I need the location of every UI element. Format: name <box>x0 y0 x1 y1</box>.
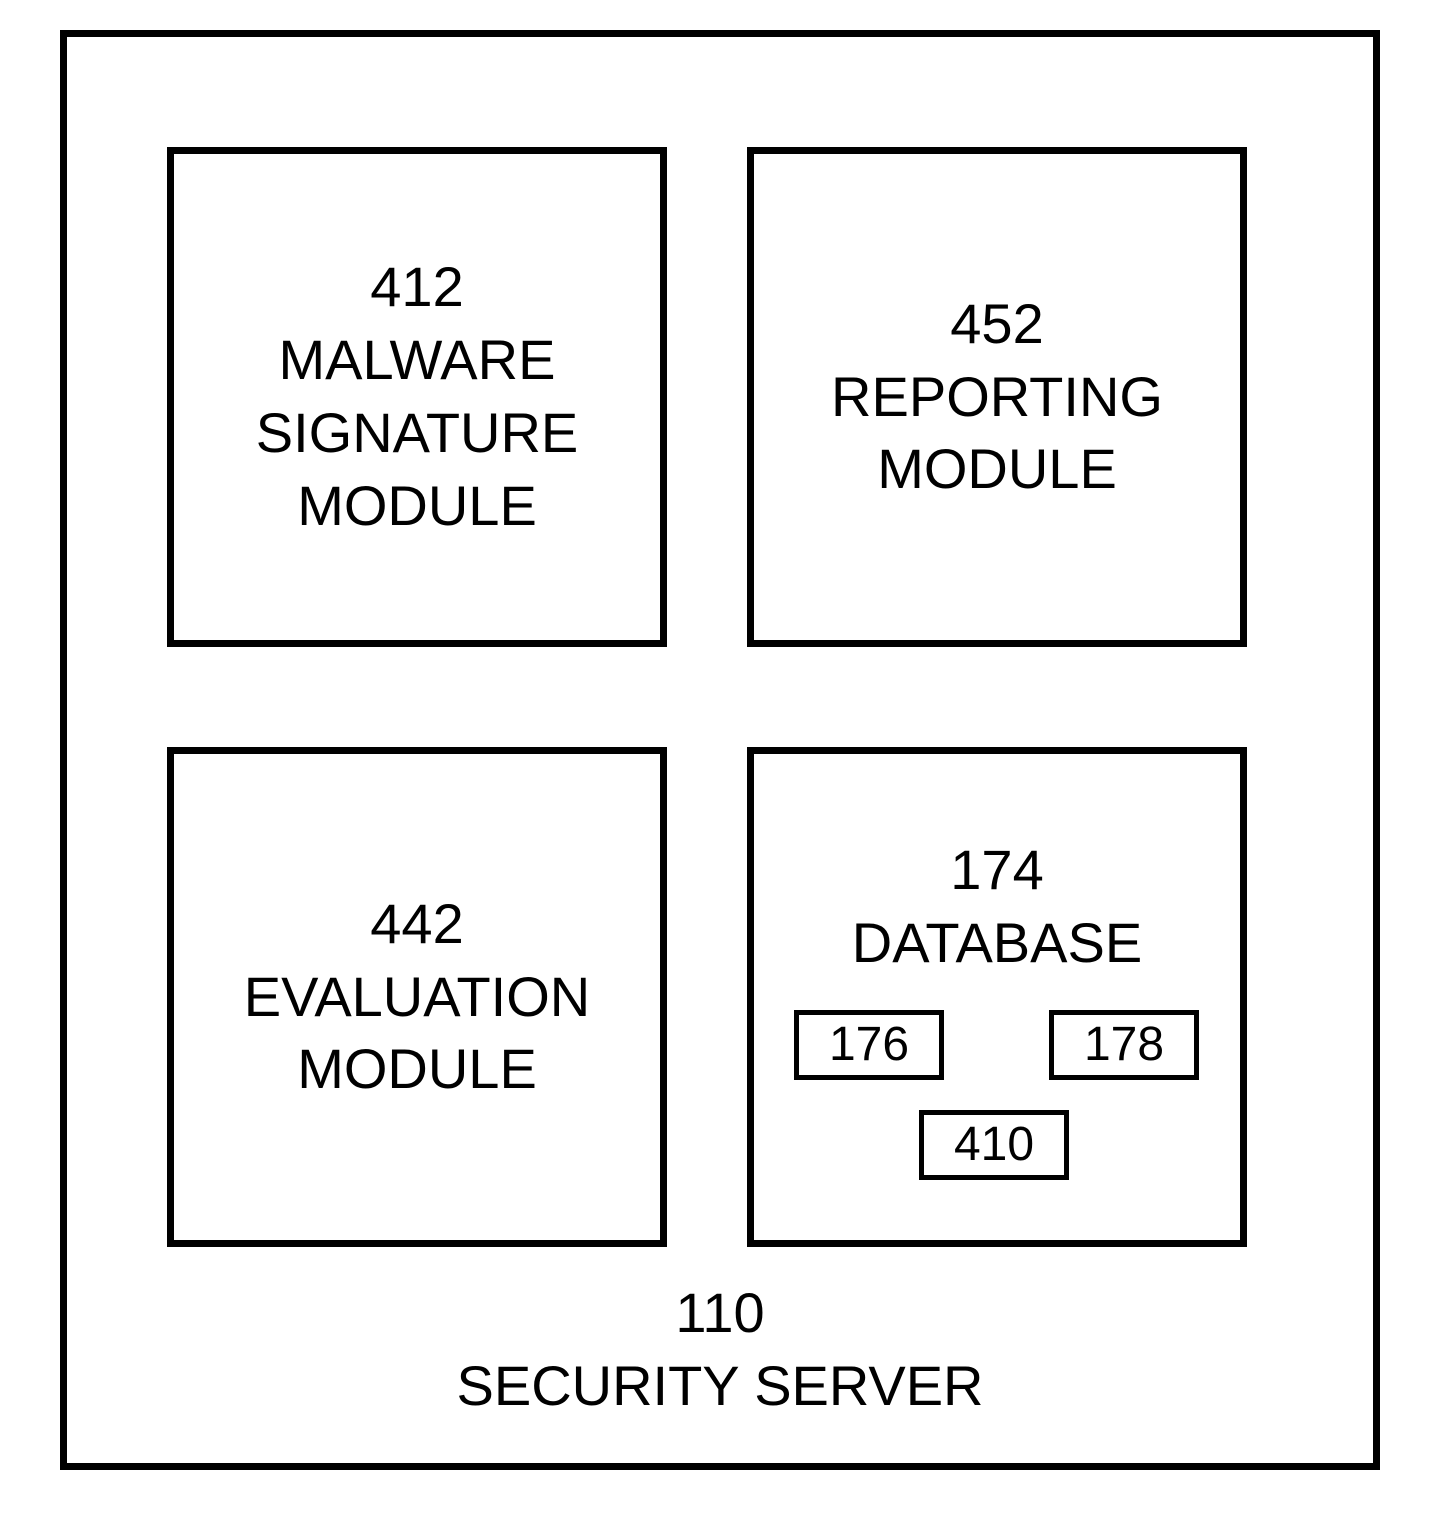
module-number: 412 <box>370 251 463 324</box>
module-number: 174 <box>950 834 1043 907</box>
module-label-line: DATABASE <box>852 907 1142 980</box>
evaluation-module: 442 EVALUATION MODULE <box>167 747 667 1247</box>
module-number: 452 <box>950 288 1043 361</box>
module-label-line: REPORTING <box>831 361 1163 434</box>
database-sub-box-178: 178 <box>1049 1010 1199 1080</box>
container-footer-label: 110 SECURITY SERVER <box>67 1277 1373 1423</box>
database-module: 174 DATABASE 176 178 410 <box>747 747 1247 1247</box>
security-server-container: 412 MALWARE SIGNATURE MODULE 452 REPORTI… <box>60 30 1380 1470</box>
module-label-line: MALWARE <box>279 324 556 397</box>
container-number: 110 <box>67 1277 1373 1350</box>
module-label-line: MODULE <box>297 1033 537 1106</box>
database-sub-box-410: 410 <box>919 1110 1069 1180</box>
malware-signature-module: 412 MALWARE SIGNATURE MODULE <box>167 147 667 647</box>
sub-box-label: 178 <box>1084 1017 1164 1072</box>
database-sub-box-176: 176 <box>794 1010 944 1080</box>
module-label-line: EVALUATION <box>244 961 590 1034</box>
module-label-line: MODULE <box>877 433 1117 506</box>
module-label-line: MODULE <box>297 470 537 543</box>
container-label: SECURITY SERVER <box>67 1350 1373 1423</box>
module-number: 442 <box>370 888 463 961</box>
modules-grid: 412 MALWARE SIGNATURE MODULE 452 REPORTI… <box>167 147 1257 1267</box>
module-label-line: SIGNATURE <box>256 397 579 470</box>
reporting-module: 452 REPORTING MODULE <box>747 147 1247 647</box>
sub-box-label: 176 <box>829 1017 909 1072</box>
sub-box-label: 410 <box>954 1117 1034 1172</box>
